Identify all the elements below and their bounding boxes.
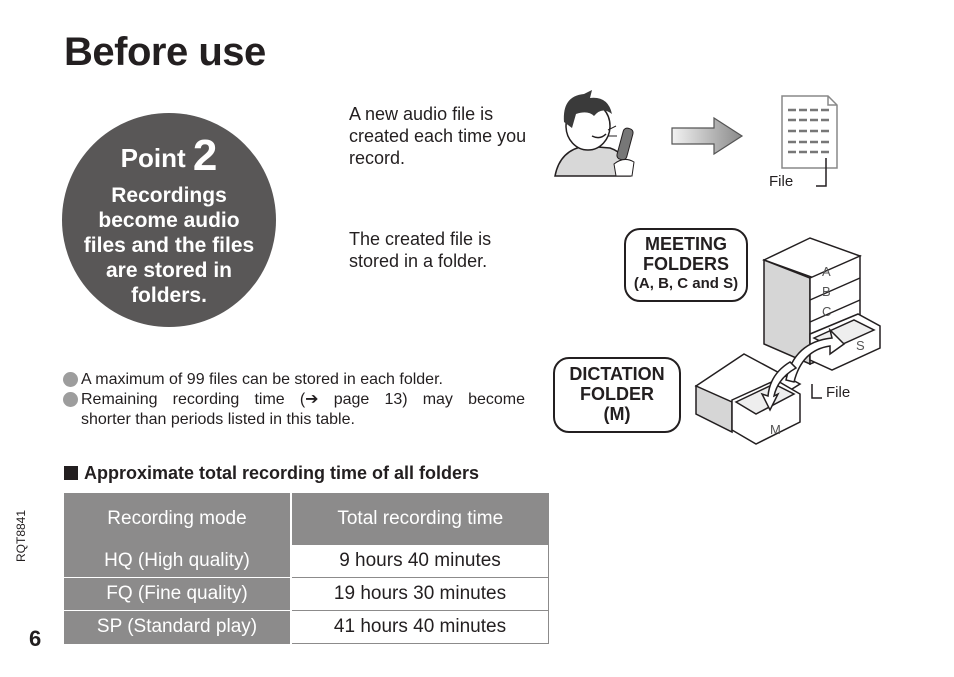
file-created-text: A new audio file is created each time yo… [349, 104, 527, 168]
section-heading: Approximate total recording time of all … [64, 463, 479, 484]
table-header-row: Recording mode Total recording time [64, 493, 549, 545]
time-cell: 41 hours 40 minutes [291, 610, 549, 644]
folder-file-label: File [826, 384, 851, 401]
point-label: Point [120, 143, 186, 173]
mode-cell: FQ (Fine quality) [64, 577, 292, 611]
note-text-continued: shorter than periods listed in this tabl… [81, 411, 355, 428]
table-row: SP (Standard play) 41 hours 40 minutes [64, 610, 549, 644]
meeting-line1: MEETING [644, 234, 727, 254]
dictation-folder-label: DICTATION FOLDER (M) [553, 357, 681, 433]
header-recording-mode: Recording mode [64, 493, 292, 545]
dictation-line1: DICTATION [569, 364, 665, 384]
note-text: A maximum of 99 files can be stored in e… [81, 371, 443, 388]
arrow-right-icon [671, 116, 744, 156]
recording-time-table: Recording mode Total recording time HQ (… [64, 493, 549, 644]
mode-cell: HQ (High quality) [64, 545, 292, 578]
meeting-line2: FOLDERS [642, 254, 729, 274]
mode-cell: SP (Standard play) [64, 610, 292, 644]
drawer-label-b: B [822, 284, 831, 299]
bullet-icon [63, 372, 78, 387]
square-bullet-icon [64, 466, 78, 480]
person-speaking-icon [554, 90, 635, 177]
meeting-folders-label: MEETING FOLDERS (A, B, C and S) [624, 228, 748, 302]
time-cell: 19 hours 30 minutes [291, 577, 549, 611]
point-heading: Point 2 [62, 131, 276, 181]
table-row: FQ (Fine quality) 19 hours 30 minutes [64, 577, 549, 611]
drawer-label-m: M [770, 422, 781, 437]
dictation-line3: (M) [603, 404, 631, 424]
meeting-line3: (A, B, C and S) [633, 275, 739, 292]
header-total-time: Total recording time [291, 493, 549, 545]
page-number: 6 [29, 626, 42, 651]
file-label: File [769, 173, 794, 190]
file-stored-text: The created file is stored in a folder. [349, 229, 492, 271]
recording-illustration [554, 90, 838, 187]
time-cell: 9 hours 40 minutes [291, 545, 549, 578]
point-description: Recordings become audio files and the fi… [83, 184, 255, 307]
point-number: 2 [192, 131, 218, 180]
point-badge: Point 2 Recordings become audio files an… [62, 113, 276, 327]
drawer-label-s: S [856, 338, 865, 353]
page-title: Before use [64, 30, 266, 74]
note-text: Remaining recording time (➔ page 13) may… [81, 391, 525, 408]
notes-list: A maximum of 99 files can be stored in e… [63, 370, 525, 430]
table-row: HQ (High quality) 9 hours 40 minutes [64, 545, 549, 578]
bullet-icon [63, 392, 78, 407]
dictation-line2: FOLDER [580, 384, 654, 404]
note-item: A maximum of 99 files can be stored in e… [63, 370, 525, 390]
note-item: Remaining recording time (➔ page 13) may… [63, 390, 525, 410]
section-title: Approximate total recording time of all … [84, 463, 480, 483]
file-pointer-line [811, 384, 822, 399]
document-code: RQT8841 [14, 509, 28, 562]
drawer-label-a: A [822, 264, 831, 279]
drawer-label-c: C [822, 304, 831, 319]
